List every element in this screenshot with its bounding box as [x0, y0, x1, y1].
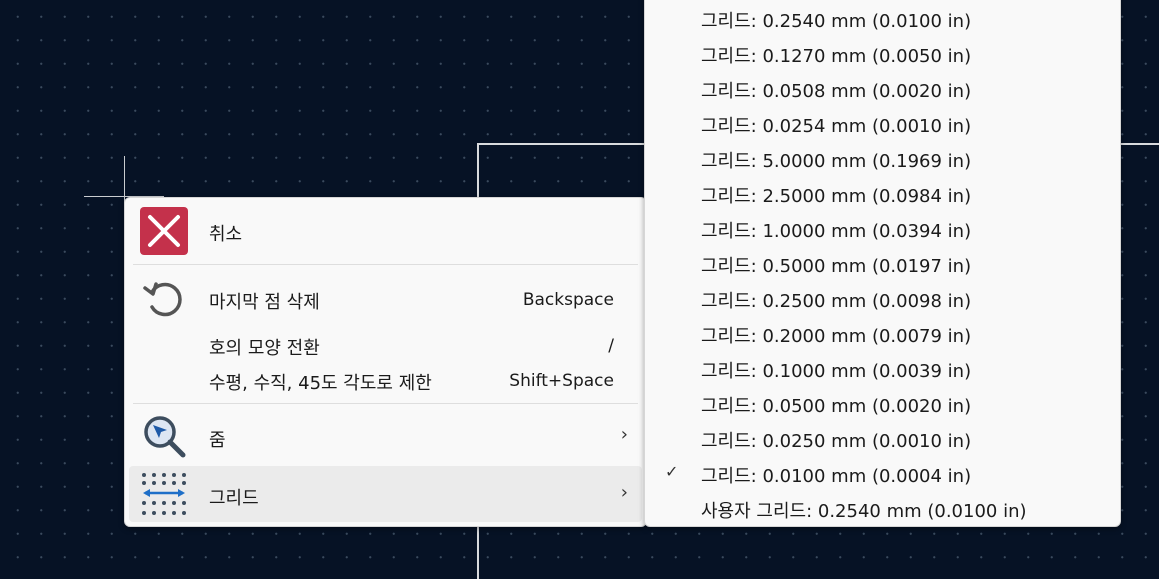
grid-option-label: 그리드: 0.1000 mm (0.0039 in) [701, 361, 972, 382]
undo-arrow-icon [139, 274, 189, 324]
context-menu: 취소 마지막 점 삭제 Backspace 호의 모양 전환 / 수평, 수직,… [124, 197, 647, 527]
menu-item-delete-last-point[interactable]: 마지막 점 삭제 Backspace [129, 270, 642, 330]
submenu-item-grid[interactable]: 그리드: 0.0508 mm (0.0020 in) [649, 71, 1116, 106]
menu-item-toggle-arc[interactable]: 호의 모양 전환 / [129, 330, 642, 364]
menu-item-constrain-45[interactable]: 수평, 수직, 45도 각도로 제한 Shift+Space [129, 364, 642, 398]
submenu-item-grid[interactable]: 그리드: 0.0250 mm (0.0010 in) [649, 421, 1116, 456]
delete-last-point-label: 마지막 점 삭제 [209, 292, 320, 313]
chevron-right-icon: › [620, 482, 628, 503]
toggle-arc-label: 호의 모양 전환 [209, 338, 320, 359]
grid-option-label: 그리드: 5.0000 mm (0.1969 in) [701, 151, 972, 172]
constrain-shortcut: Shift+Space [509, 371, 614, 391]
grid-option-label: 그리드: 0.0250 mm (0.0010 in) [701, 431, 972, 452]
grid-option-label: 그리드: 2.5000 mm (0.0984 in) [701, 186, 972, 207]
chevron-right-icon: › [620, 424, 628, 445]
submenu-item-grid[interactable]: ✓ 그리드: 0.0100 mm (0.0004 in) [649, 456, 1116, 491]
grid-option-label: 그리드: 0.2540 mm (0.0100 in) [701, 11, 972, 32]
submenu-item-grid[interactable]: 그리드: 0.0254 mm (0.0010 in) [649, 106, 1116, 141]
submenu-item-grid[interactable]: 그리드: 0.1270 mm (0.0050 in) [649, 36, 1116, 71]
grid-option-label: 사용자 그리드: 0.2540 mm (0.0100 in) [701, 501, 1027, 522]
menu-item-zoom[interactable]: 줌 › [129, 408, 642, 464]
zoom-label: 줌 [209, 430, 226, 451]
grid-option-label: 그리드: 0.1270 mm (0.0050 in) [701, 46, 972, 67]
delete-last-point-shortcut: Backspace [522, 290, 614, 310]
grid-option-label: 그리드: 1.0000 mm (0.0394 in) [701, 221, 972, 242]
submenu-item-grid[interactable]: 그리드: 0.2540 mm (0.0100 in) [649, 1, 1116, 36]
menu-separator [133, 264, 638, 265]
grid-option-label: 그리드: 0.2000 mm (0.0079 in) [701, 326, 972, 347]
grid-option-label: 그리드: 0.5000 mm (0.0197 in) [701, 256, 972, 277]
constrain-label: 수평, 수직, 45도 각도로 제한 [209, 373, 432, 394]
checkmark-icon: ✓ [665, 462, 679, 481]
grid-option-label: 그리드: 0.2500 mm (0.0098 in) [701, 291, 972, 312]
menu-item-undo[interactable]: 취소 [129, 202, 642, 260]
grid-dots-icon [139, 469, 189, 519]
submenu-item-grid[interactable]: 그리드: 0.2500 mm (0.0098 in) [649, 281, 1116, 316]
zoom-magnifier-icon [139, 411, 189, 461]
grid-option-label: 그리드: 0.0100 mm (0.0004 in) [701, 466, 972, 487]
submenu-item-grid[interactable]: 그리드: 0.2000 mm (0.0079 in) [649, 316, 1116, 351]
menu-separator [133, 403, 638, 404]
grid-option-label: 그리드: 0.0254 mm (0.0010 in) [701, 116, 972, 137]
submenu-item-grid[interactable]: 그리드: 1.0000 mm (0.0394 in) [649, 211, 1116, 246]
submenu-item-grid[interactable]: 그리드: 5.0000 mm (0.1969 in) [649, 141, 1116, 176]
submenu-item-grid[interactable]: 그리드: 2.5000 mm (0.0984 in) [649, 176, 1116, 211]
submenu-item-user-grid[interactable]: 사용자 그리드: 0.2540 mm (0.0100 in) [649, 491, 1116, 526]
submenu-item-grid[interactable]: 그리드: 0.0500 mm (0.0020 in) [649, 386, 1116, 421]
grid-submenu: 그리드: 0.2540 mm (0.0100 in) 그리드: 0.1270 mm… [644, 0, 1121, 527]
grid-label: 그리드 [209, 488, 259, 509]
undo-label: 취소 [209, 224, 243, 245]
toggle-arc-shortcut: / [608, 336, 614, 356]
grid-option-label: 그리드: 0.0508 mm (0.0020 in) [701, 81, 972, 102]
grid-option-label: 그리드: 0.0500 mm (0.0020 in) [701, 396, 972, 417]
cancel-x-icon [139, 206, 189, 256]
submenu-item-grid[interactable]: 그리드: 0.1000 mm (0.0039 in) [649, 351, 1116, 386]
menu-item-grid[interactable]: 그리드 › [129, 466, 642, 522]
submenu-item-grid[interactable]: 그리드: 0.5000 mm (0.0197 in) [649, 246, 1116, 281]
